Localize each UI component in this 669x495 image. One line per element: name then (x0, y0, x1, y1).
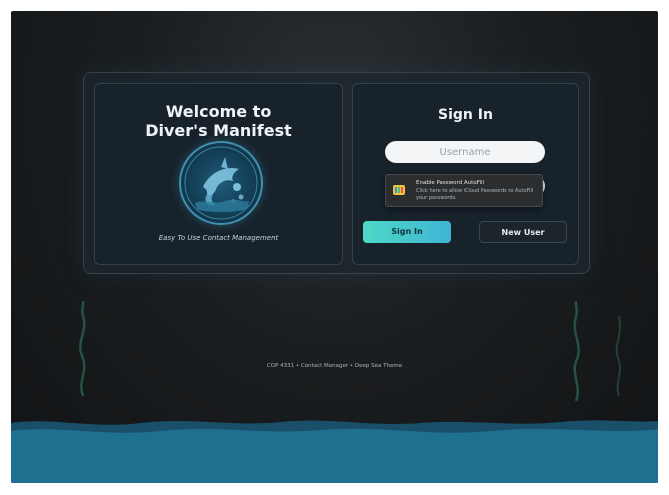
new-user-button[interactable]: New User (479, 221, 567, 243)
tagline: Easy To Use Contact Management (158, 234, 279, 242)
seaweed-far-right-icon (615, 316, 621, 396)
shark-diver-logo-icon (179, 141, 263, 225)
welcome-heading-line1: Welcome to (165, 102, 272, 121)
welcome-panel: Welcome to Diver's Manifest Easy To Use … (94, 83, 343, 265)
icloud-keychain-icon (393, 185, 405, 195)
footer-text: COP 4331 • Contact Manager • Deep Sea Th… (266, 363, 403, 369)
autofill-description: Click here to allow iCloud Passwords to … (416, 188, 534, 201)
welcome-heading-line2: Diver's Manifest (145, 121, 292, 140)
username-input[interactable] (385, 141, 545, 163)
password-autofill-popup[interactable]: Enable Password AutoFill Click here to a… (385, 174, 543, 207)
ocean-waves-icon (11, 420, 658, 483)
seaweed-right-icon (573, 301, 580, 401)
signin-panel: Sign In Enable Password AutoFill Click h… (352, 83, 579, 265)
seaweed-left-icon (79, 301, 86, 396)
app-viewport: Welcome to Diver's Manifest Easy To Use … (11, 11, 658, 483)
login-card: Welcome to Diver's Manifest Easy To Use … (83, 72, 590, 274)
signin-title: Sign In (438, 107, 493, 123)
autofill-title: Enable Password AutoFill (416, 180, 485, 186)
signin-button[interactable]: Sign In (363, 221, 451, 243)
